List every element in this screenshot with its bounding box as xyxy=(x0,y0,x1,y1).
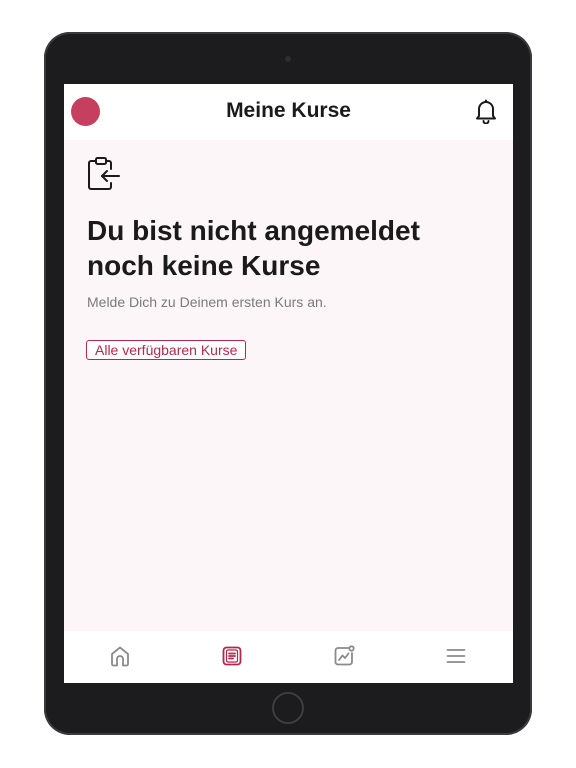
camera xyxy=(285,56,291,62)
app-screen: Meine Kurse Du bist nicht angemeldet noc… xyxy=(64,84,513,683)
all-courses-button[interactable]: Alle verfügbaren Kurse xyxy=(86,340,247,360)
bottom-nav xyxy=(64,631,513,683)
clipboard-arrow-icon xyxy=(85,156,121,192)
nav-progress[interactable] xyxy=(331,643,357,669)
progress-chart-icon xyxy=(334,645,355,666)
home-icon xyxy=(111,646,129,667)
nav-menu[interactable] xyxy=(443,643,469,669)
menu-icon xyxy=(446,649,466,663)
top-bar: Meine Kurse xyxy=(64,84,513,140)
courses-icon xyxy=(222,646,242,666)
page-title: Meine Kurse xyxy=(226,99,351,122)
bell-icon[interactable] xyxy=(474,98,498,125)
device-home-button[interactable] xyxy=(272,692,304,724)
empty-state-subtext: Melde Dich zu Deinem ersten Kurs an. xyxy=(87,294,327,310)
nav-home[interactable] xyxy=(107,643,133,669)
empty-state-headline: Du bist nicht angemeldet noch keine Kurs… xyxy=(87,215,420,281)
nav-courses[interactable] xyxy=(219,643,245,669)
